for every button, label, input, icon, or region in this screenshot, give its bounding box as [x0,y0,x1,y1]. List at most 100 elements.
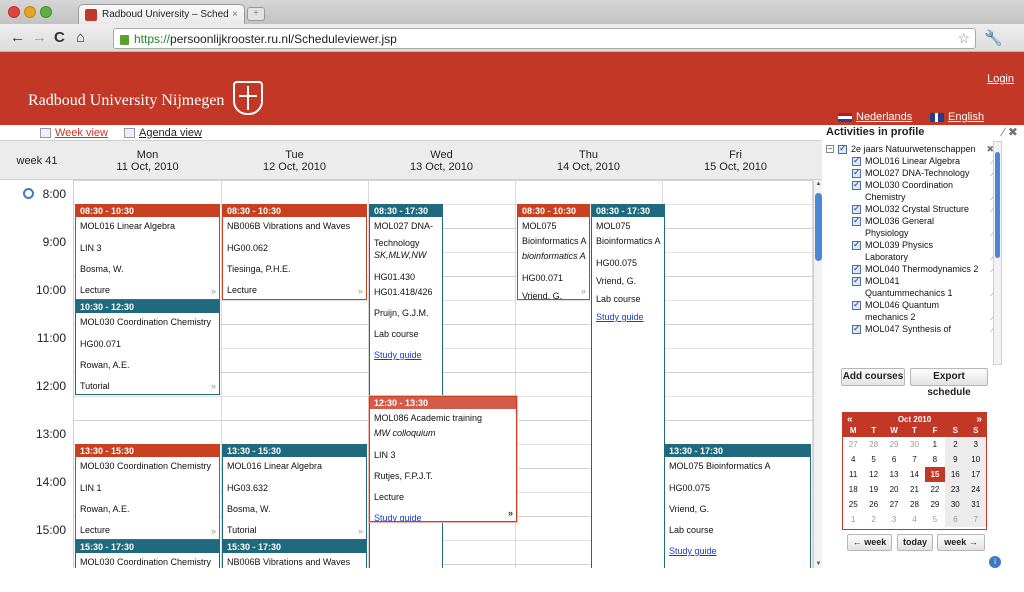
event-mon-linear-algebra[interactable]: 08:30 - 10:30 MOL016 Linear Algebra LIN … [75,204,220,300]
calendar-day[interactable]: 7 [965,512,986,527]
collapse-icon[interactable]: − [826,145,834,153]
info-icon[interactable]: i [989,556,1001,568]
calendar-day[interactable]: 14 [904,467,925,482]
login-link[interactable]: Login [987,73,1014,85]
calendar-day[interactable]: 8 [924,452,946,467]
calendar-day[interactable]: 4 [904,512,925,527]
forward-arrow-icon[interactable]: → [32,29,47,47]
more-icon[interactable]: » [211,525,216,537]
calendar-day[interactable]: 24 [965,482,986,497]
language-dutch-link[interactable]: Nederlands [838,111,912,123]
calendar-day[interactable]: 2 [945,437,966,452]
calendar-day[interactable]: 13 [883,467,905,482]
event-tue-linear-algebra[interactable]: 13:30 - 15:30 MOL016 Linear Algebra HG03… [222,444,367,540]
activity-item[interactable]: MOL030 Coordination [824,179,1016,192]
more-icon[interactable]: » [358,525,363,537]
calendar-day[interactable]: 18 [843,482,864,497]
scroll-down-icon[interactable]: ▼ [814,561,822,567]
next-month-icon[interactable]: » [976,414,982,425]
more-icon[interactable]: » [508,507,513,519]
address-bar[interactable]: https://persoonlijkrooster.ru.nl/Schedul… [113,28,976,49]
calendar-day[interactable]: 25 [843,497,864,512]
calendar-day[interactable]: 6 [883,452,905,467]
browser-tab[interactable]: Radboud University – Schedu × [78,4,245,24]
close-window-button[interactable] [8,6,20,18]
tab-close-icon[interactable]: × [232,9,238,20]
calendar-day[interactable]: 15 [924,467,946,482]
calendar-day[interactable]: 17 [965,467,986,482]
calendar-day[interactable]: 27 [883,497,905,512]
calendar-day[interactable]: 27 [843,437,864,452]
grid-scrollbar[interactable]: ▲ ▼ [813,180,822,568]
checkbox[interactable] [852,179,861,190]
calendar-day[interactable]: 5 [924,512,946,527]
calendar-day[interactable]: 22 [924,482,946,497]
checkbox[interactable] [852,167,861,178]
event-fri-bioinformatics[interactable]: 13:30 - 17:30 MOL075 Bioinformatics A HG… [664,444,811,568]
wrench-icon[interactable]: 🔧 [984,29,1003,47]
event-tue-vibrations-late[interactable]: 15:30 - 17:30 NB006B Vibrations and Wave… [222,540,367,568]
study-guide-link[interactable]: Study guide [596,312,644,322]
prev-month-icon[interactable]: « [847,414,853,425]
event-wed-academic-training[interactable]: 12:30 - 13:30 MOL086 Academic training M… [369,396,517,522]
more-icon[interactable]: » [358,285,363,297]
calendar-day[interactable]: 4 [843,452,864,467]
calendar-day[interactable]: 30 [904,437,925,452]
zoom-window-button[interactable] [40,6,52,18]
checkbox[interactable] [852,299,861,310]
scroll-up-icon[interactable]: ▲ [814,181,822,187]
schedule-grid[interactable]: 8:00 9:00 10:00 11:00 12:00 13:00 14:00 … [0,180,822,568]
new-tab-button[interactable]: + [247,7,265,21]
calendar-day[interactable]: 29 [924,497,946,512]
checkbox[interactable] [838,143,847,154]
calendar-day[interactable]: 3 [965,437,986,452]
checkbox[interactable] [852,215,861,226]
calendar-day[interactable]: 6 [945,512,966,527]
week-view-link[interactable]: Week view [40,127,108,139]
panel-scrollbar[interactable] [993,141,1002,365]
activity-item[interactable]: MOL039 Physics [824,239,1016,252]
checkbox[interactable] [852,263,861,274]
calendar-day[interactable]: 26 [863,497,884,512]
calendar-day[interactable]: 23 [945,482,966,497]
calendar-day[interactable]: 10 [965,452,986,467]
calendar-day[interactable]: 5 [863,452,884,467]
calendar-day[interactable]: 30 [945,497,966,512]
home-icon[interactable]: ⌂ [76,29,85,47]
calendar-day[interactable]: 12 [863,467,884,482]
calendar-day[interactable]: 9 [945,452,966,467]
study-guide-link[interactable]: Study guide [669,546,717,556]
calendar-day[interactable]: 28 [863,437,884,452]
agenda-view-link[interactable]: Agenda view [123,127,202,139]
checkbox[interactable] [852,203,861,214]
event-thu-bioinformatics-a[interactable]: 08:30 - 10:30 MOL075 Bioinformatics A bi… [517,204,590,300]
calendar-day[interactable]: 21 [904,482,925,497]
calendar-day[interactable]: 1 [924,437,946,452]
study-guide-link[interactable]: Study guide [374,513,422,521]
event-tue-vibrations[interactable]: 08:30 - 10:30 NB006B Vibrations and Wave… [222,204,367,300]
more-icon[interactable]: » [211,285,216,297]
checkbox[interactable] [852,155,861,166]
event-thu-bioinformatics-lab[interactable]: 08:30 - 17:30 MOL075 Bioinformatics A HG… [591,204,665,568]
calendar-day[interactable]: 11 [843,467,864,482]
next-week-button[interactable]: week → [937,534,985,551]
event-mon-coordination-lecture[interactable]: 13:30 - 15:30 MOL030 Coordination Chemis… [75,444,220,540]
close-panel-icon[interactable]: ⁄ ✖ [1003,125,1018,139]
reload-icon[interactable]: C [54,29,65,47]
activity-item[interactable]: MOL041 [824,275,1016,288]
bookmark-star-icon[interactable]: ☆ [957,30,970,47]
activity-item[interactable]: MOL047 Synthesis of⁄ [824,323,1016,336]
calendar-day[interactable]: 29 [883,437,905,452]
checkbox[interactable] [852,239,861,250]
prev-week-button[interactable]: ← week [847,534,892,551]
calendar-day[interactable]: 20 [883,482,905,497]
checkbox[interactable] [852,323,861,334]
back-arrow-icon[interactable]: ← [10,29,25,47]
language-english-link[interactable]: English [930,111,984,123]
calendar-day[interactable]: 31 [965,497,986,512]
event-mon-coordination-late[interactable]: 15:30 - 17:30 MOL030 Coordination Chemis… [75,540,220,568]
activity-item[interactable]: MOL046 Quantum [824,299,1016,312]
panel-scroll-thumb[interactable] [995,152,1000,258]
study-guide-link[interactable]: Study guide [374,350,422,360]
more-icon[interactable]: » [581,285,586,297]
